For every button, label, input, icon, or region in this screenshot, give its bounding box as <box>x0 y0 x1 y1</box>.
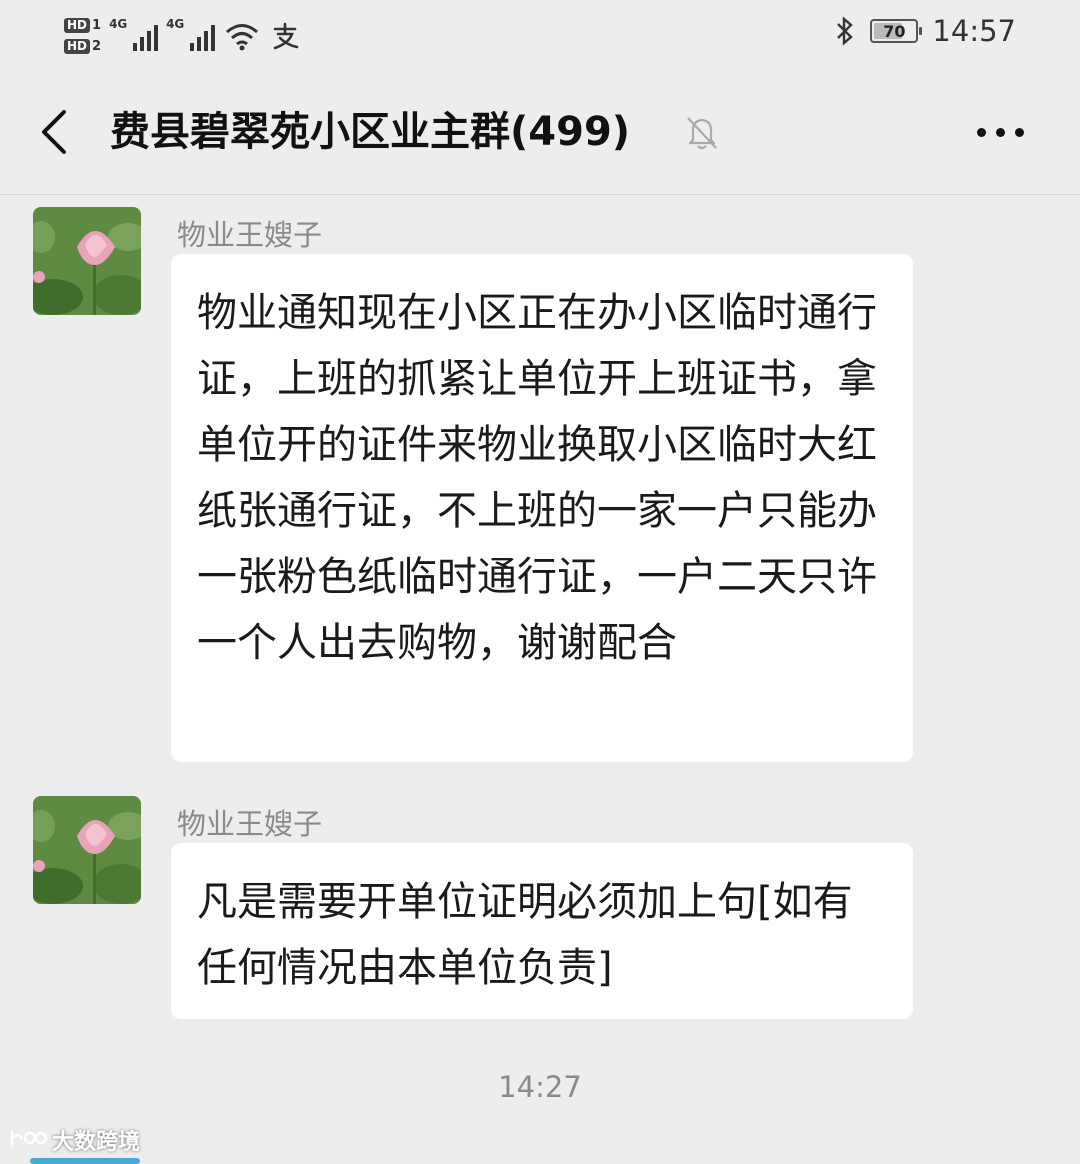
battery-icon: 70 <box>870 19 923 43</box>
avatar[interactable] <box>33 796 141 904</box>
hd-label-2: HD <box>64 39 91 54</box>
lotus-avatar-icon <box>33 796 141 904</box>
watermark: 大数跨境 <box>8 1124 140 1156</box>
bluetooth-icon <box>837 16 854 46</box>
network-type-2: 4G <box>166 17 185 31</box>
status-left: HD 1 HD 2 4G 4G <box>64 8 301 64</box>
sender-name: 物业王嫂子 <box>177 218 323 252</box>
hd-label-1: HD <box>64 18 91 33</box>
status-right: 70 14:57 <box>834 14 1016 48</box>
battery-level: 70 <box>883 21 906 41</box>
more-icon[interactable] <box>960 112 1040 152</box>
hd-badge-2: HD 2 <box>64 39 101 54</box>
hd-sim-1: 1 <box>92 18 102 33</box>
back-arrow-icon[interactable] <box>30 100 80 164</box>
message-bubble[interactable]: 物业通知现在小区正在办小区临时通行证，上班的抓紧让单位开上班证书，拿单位开的证件… <box>171 254 913 762</box>
hd-indicators: HD 1 HD 2 <box>64 18 101 54</box>
bottom-strip <box>30 1158 140 1164</box>
hd-sim-2: 2 <box>92 39 102 54</box>
signal-icon: 4G <box>109 17 159 51</box>
wifi-icon <box>226 24 259 51</box>
status-time: 14:57 <box>932 14 1016 48</box>
signal-icon: 4G <box>166 17 216 51</box>
message-bubble[interactable]: 凡是需要开单位证明必须加上句[如有任何情况由本单位负责] <box>171 843 913 1019</box>
hd-badge-1: HD 1 <box>64 18 101 33</box>
sender-name: 物业王嫂子 <box>177 807 323 841</box>
chat-title: 费县碧翠苑小区业主群(499) <box>110 109 631 155</box>
mute-bell-icon <box>687 117 717 150</box>
alipay-icon <box>273 22 299 50</box>
status-bar: HD 1 HD 2 4G 4G 70 14:57 <box>0 0 1080 70</box>
watermark-text: 大数跨境 <box>52 1130 141 1155</box>
chat-header: 费县碧翠苑小区业主群(499) <box>0 70 1080 195</box>
network-type-1: 4G <box>109 17 128 31</box>
chat-timestamp: 14:27 <box>498 1070 582 1104</box>
avatar[interactable] <box>33 207 141 315</box>
lotus-avatar-icon <box>33 207 141 315</box>
watermark-logo-icon <box>10 1131 48 1147</box>
